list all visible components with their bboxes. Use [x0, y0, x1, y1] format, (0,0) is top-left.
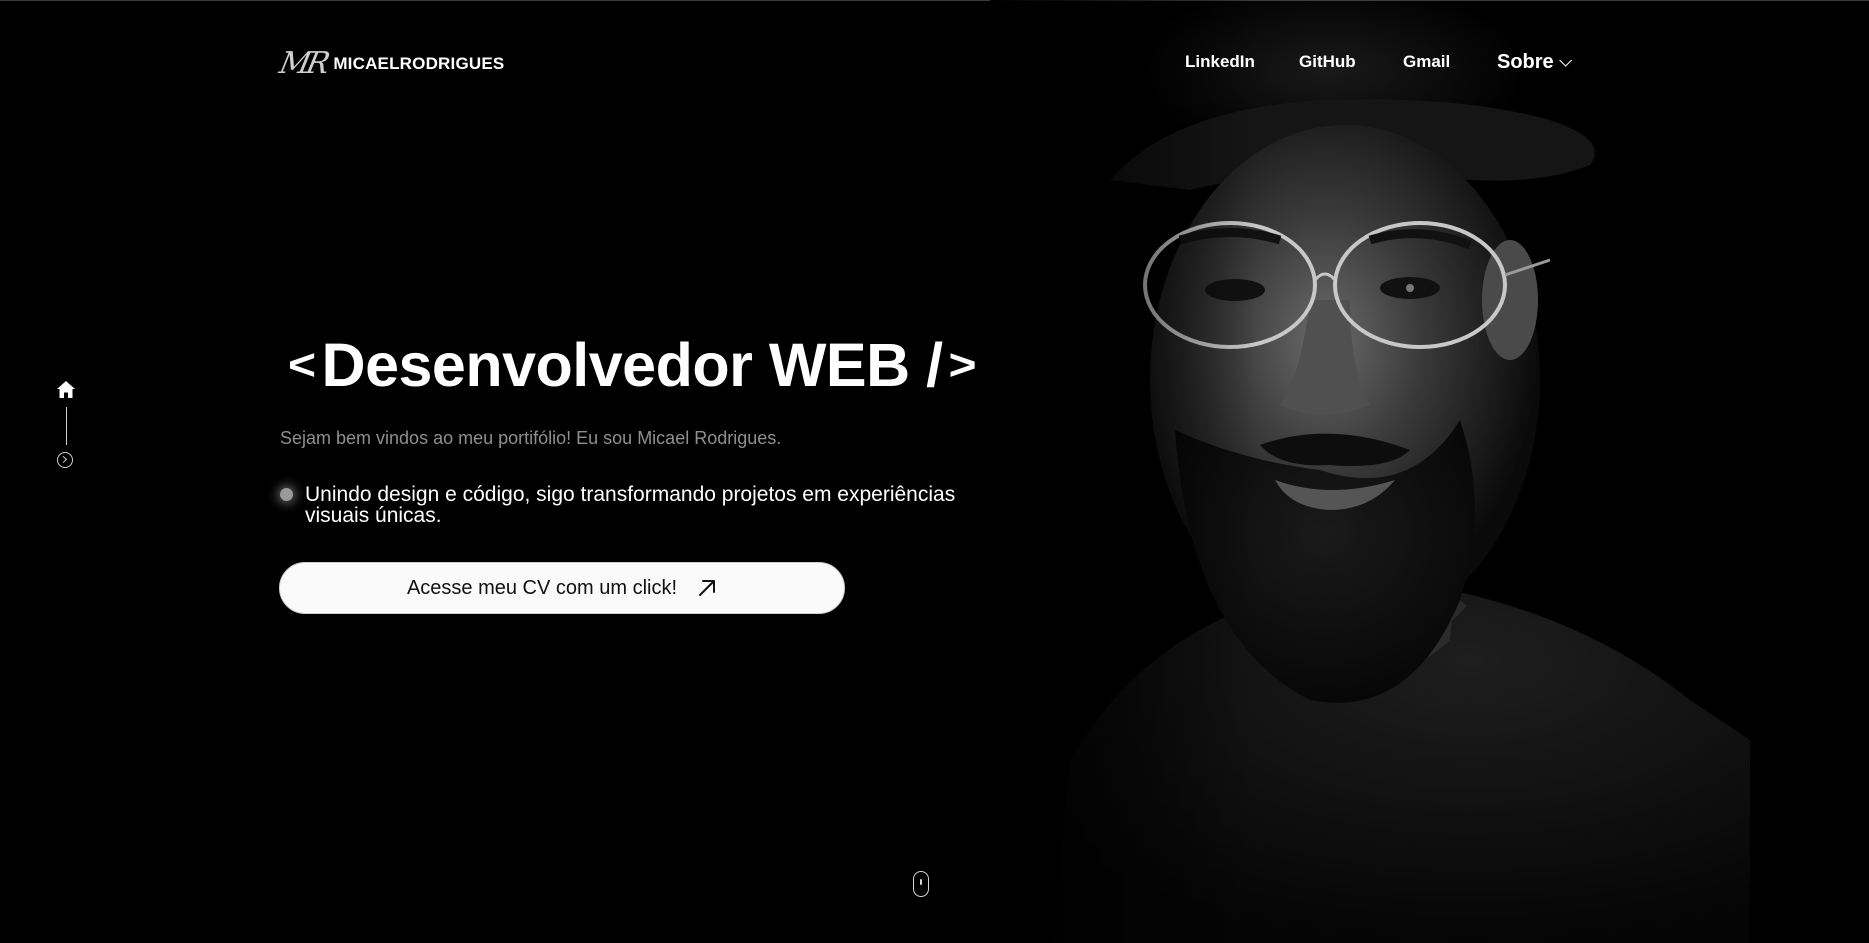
hero-portrait-photo: [990, 0, 1750, 943]
arrow-up-right-icon: [699, 580, 716, 596]
nav-github-link[interactable]: GitHub: [1299, 52, 1356, 72]
home-icon[interactable]: [56, 380, 76, 400]
hero-bracket-open: <: [288, 341, 316, 389]
nav-gmail-link[interactable]: Gmail: [1403, 52, 1450, 72]
hero-subtitle: Sejam bem vindos ao meu portifólio! Eu s…: [280, 428, 782, 448]
hero-tagline: Unindo design e código, sigo transforman…: [305, 483, 956, 527]
cv-button[interactable]: Acesse meu CV com um click!: [279, 562, 845, 614]
cv-button-label: Acesse meu CV com um click!: [406, 576, 678, 599]
hero-title-text: Desenvolvedor WEB /: [321, 331, 944, 399]
nav-sobre-label: Sobre: [1497, 51, 1554, 73]
tagline-bullet-icon: [280, 488, 293, 501]
hero-bracket-close: >: [948, 341, 977, 389]
logo-monogram: MR: [276, 46, 330, 81]
chevron-right-circle-icon[interactable]: [57, 452, 73, 468]
hero-title: < Desenvolvedor WEB / >: [282, 330, 982, 400]
nav-linkedin-link[interactable]: LinkedIn: [1185, 52, 1255, 72]
nav-sobre-dropdown[interactable]: Sobre: [1497, 51, 1572, 74]
side-nav-divider: [66, 407, 67, 445]
logo-text: MICAELRODRIGUES: [333, 53, 505, 73]
site-logo[interactable]: MR MICAELRODRIGUES: [276, 46, 505, 81]
scroll-mouse-icon: [913, 871, 929, 897]
